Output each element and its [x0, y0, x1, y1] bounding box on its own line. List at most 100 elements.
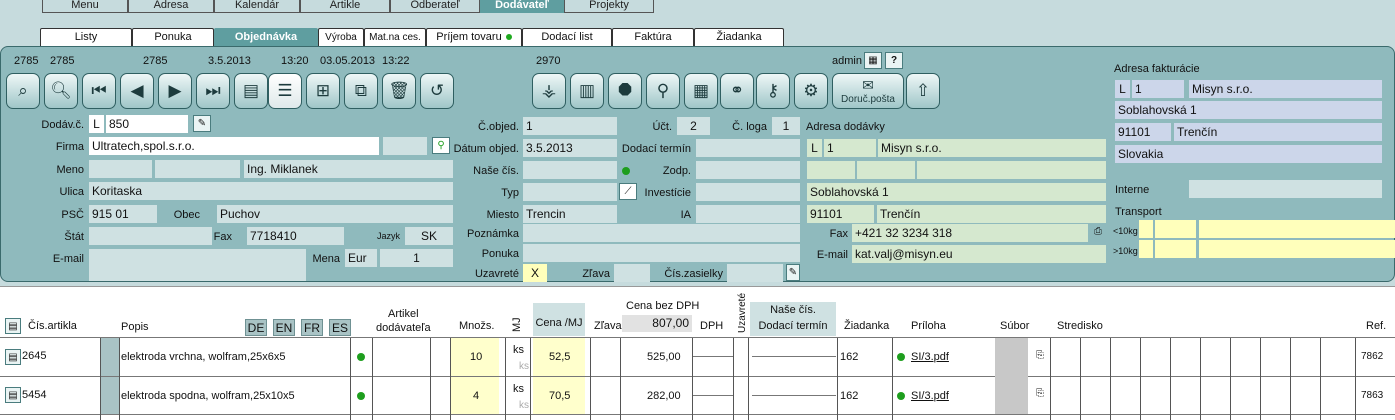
lang-en-button[interactable]: EN [273, 319, 295, 336]
meno-title-field[interactable] [89, 160, 152, 178]
magnifier-icon[interactable]: 🔍︎ [44, 73, 78, 109]
row1-priloha-link[interactable]: SI/3.pdf [911, 351, 949, 363]
add-list-icon[interactable]: ▦ [684, 73, 718, 109]
nav-adresa[interactable]: Adresa [128, 0, 214, 13]
dodavky-email[interactable]: kat.valj@misyn.eu [852, 245, 1106, 263]
fax-send-icon[interactable]: ⎙ [1090, 224, 1106, 241]
grid-menu-icon[interactable]: ▤ [5, 318, 21, 334]
upload-icon[interactable]: ⇧ [906, 73, 940, 109]
fakturacie-name[interactable]: Misyn s.r.o. [1189, 80, 1382, 98]
transport-field-1a[interactable] [1155, 220, 1196, 238]
prev-icon[interactable]: ◀ [120, 73, 154, 109]
tab-ponuka[interactable]: Ponuka [132, 28, 214, 46]
dodavky-city[interactable]: Trenčín [877, 205, 1106, 223]
nase-cis-field[interactable] [523, 161, 617, 179]
dodavky-field-a[interactable] [807, 161, 855, 179]
firma-field[interactable]: Ultratech,spol.s.r.o. [89, 137, 379, 155]
link-icon[interactable]: ⚭ [720, 73, 754, 109]
row-menu-icon[interactable]: ▤ [5, 349, 21, 365]
dodavky-psc[interactable]: 91101 [807, 205, 874, 223]
stat-field[interactable] [89, 227, 212, 245]
row1-file-icon[interactable]: ⎘ [1032, 348, 1048, 362]
doruc-posta-button[interactable]: ✉ Doruč.pošta [832, 73, 904, 109]
row-menu-icon[interactable]: ▤ [5, 387, 21, 403]
cis-zasielky-field[interactable] [727, 264, 783, 282]
row2-ziadanka[interactable]: 162 [840, 390, 858, 402]
find-icon[interactable]: ⚲ [646, 73, 680, 109]
help-icon[interactable]: ? [885, 52, 903, 69]
interne-field[interactable] [1189, 180, 1382, 198]
cobjed-field[interactable]: 1 [523, 117, 617, 135]
tab-vyroba[interactable]: Výroba [318, 28, 364, 46]
row1-popis[interactable]: elektroda vrchna, wolfram,25x6x5 [121, 351, 285, 363]
tab-mat-na-ces[interactable]: Mat.na ces. [364, 28, 426, 46]
zodp-field[interactable] [696, 161, 800, 179]
dodavky-field-c[interactable] [917, 161, 1106, 179]
nav-artikle[interactable]: Artikle [300, 0, 390, 13]
tab-listy[interactable]: Listy [40, 28, 132, 46]
add-doc-icon[interactable]: ⊞ [306, 73, 340, 109]
investicie-field[interactable] [696, 183, 800, 201]
row2-file-icon[interactable]: ⎘ [1032, 386, 1048, 400]
docs-icon[interactable]: ▥ [570, 73, 604, 109]
psc-field[interactable]: 915 01 [89, 205, 157, 223]
ponuka-field[interactable] [523, 244, 800, 262]
transport-check-2[interactable] [1139, 240, 1153, 258]
ia-field[interactable] [696, 205, 800, 223]
tab-ziadanka[interactable]: Žiadanka [694, 28, 784, 46]
dodavky-num[interactable]: 1 [824, 139, 876, 157]
fakturacie-num[interactable]: 1 [1132, 80, 1184, 98]
email-field[interactable] [89, 249, 306, 281]
undo-icon[interactable]: ↺ [420, 73, 454, 109]
cloga-field[interactable]: 1 [772, 117, 800, 135]
tab-prijem-tovaru[interactable]: Príjem tovaru [426, 28, 522, 46]
search-doc-icon[interactable]: ⌕ [6, 73, 40, 109]
mena-field[interactable]: Eur [345, 249, 377, 267]
lang-de-button[interactable]: DE [245, 319, 267, 336]
fakturacie-street[interactable]: Soblahovská 1 [1115, 101, 1382, 119]
key-icon[interactable]: ⚷ [756, 73, 790, 109]
edit-supplier-icon[interactable]: ✎ [193, 115, 211, 132]
nav-dodavatel[interactable]: Dodávateľ [480, 0, 564, 13]
dodavc-type[interactable]: L [89, 115, 104, 133]
list-doc-icon[interactable]: ☰ [268, 73, 302, 109]
calculator-icon[interactable]: ▦ [864, 52, 882, 69]
miesto-field[interactable]: Trencin [523, 205, 617, 223]
dodavky-fax[interactable]: +421 32 3234 318 [852, 224, 1088, 242]
new-doc-icon[interactable]: ▤ [234, 73, 268, 109]
datum-field[interactable]: 3.5.2013 [523, 139, 617, 157]
row1-mj[interactable]: ks [513, 344, 524, 356]
nav-projekty[interactable]: Projekty [564, 0, 654, 13]
gear-icon[interactable]: ⚙ [794, 73, 828, 109]
meno-first-field[interactable] [155, 160, 240, 178]
uct-field[interactable]: 2 [677, 117, 710, 135]
dodavky-type[interactable]: L [807, 139, 822, 157]
stop-icon[interactable]: ⯃ [608, 73, 642, 109]
zlava-field[interactable] [614, 264, 650, 282]
tree-icon[interactable]: ⚶ [532, 73, 566, 109]
row2-popis[interactable]: elektroda spodna, wolfram,25x10x5 [121, 390, 295, 402]
last-icon[interactable]: ⏭ [196, 73, 230, 109]
firma-extra-field[interactable] [383, 137, 427, 155]
trash-icon[interactable]: 🗑︎ [382, 73, 416, 109]
dodaci-termin-field[interactable] [696, 139, 800, 157]
next-icon[interactable]: ▶ [158, 73, 192, 109]
fakturacie-country[interactable]: Slovakia [1115, 145, 1382, 163]
tab-faktura[interactable]: Faktúra [612, 28, 694, 46]
tab-objednavka[interactable]: Objednávka [214, 28, 318, 46]
nav-kalendar[interactable]: Kalendár [214, 0, 300, 13]
tab-dodaci-list[interactable]: Dodací list [522, 28, 612, 46]
fakturacie-psc[interactable]: 91101 [1115, 123, 1171, 141]
transport-field-1b[interactable] [1199, 220, 1395, 238]
fakturacie-city[interactable]: Trenčín [1174, 123, 1382, 141]
dodavky-street[interactable]: Soblahovská 1 [807, 183, 1106, 201]
row2-mj[interactable]: ks [513, 383, 524, 395]
dodavc-field[interactable]: 850 [106, 115, 188, 133]
typ-field[interactable] [523, 183, 617, 201]
meno-field[interactable]: Ing. Miklanek [244, 160, 453, 178]
lang-fr-button[interactable]: FR [301, 319, 323, 336]
dodavky-name[interactable]: Misyn s.r.o. [878, 139, 1106, 157]
transport-field-2b[interactable] [1199, 240, 1395, 258]
fax-field[interactable]: 7718410 [247, 227, 344, 245]
row1-cis-artikla[interactable]: 2645 [22, 350, 46, 362]
